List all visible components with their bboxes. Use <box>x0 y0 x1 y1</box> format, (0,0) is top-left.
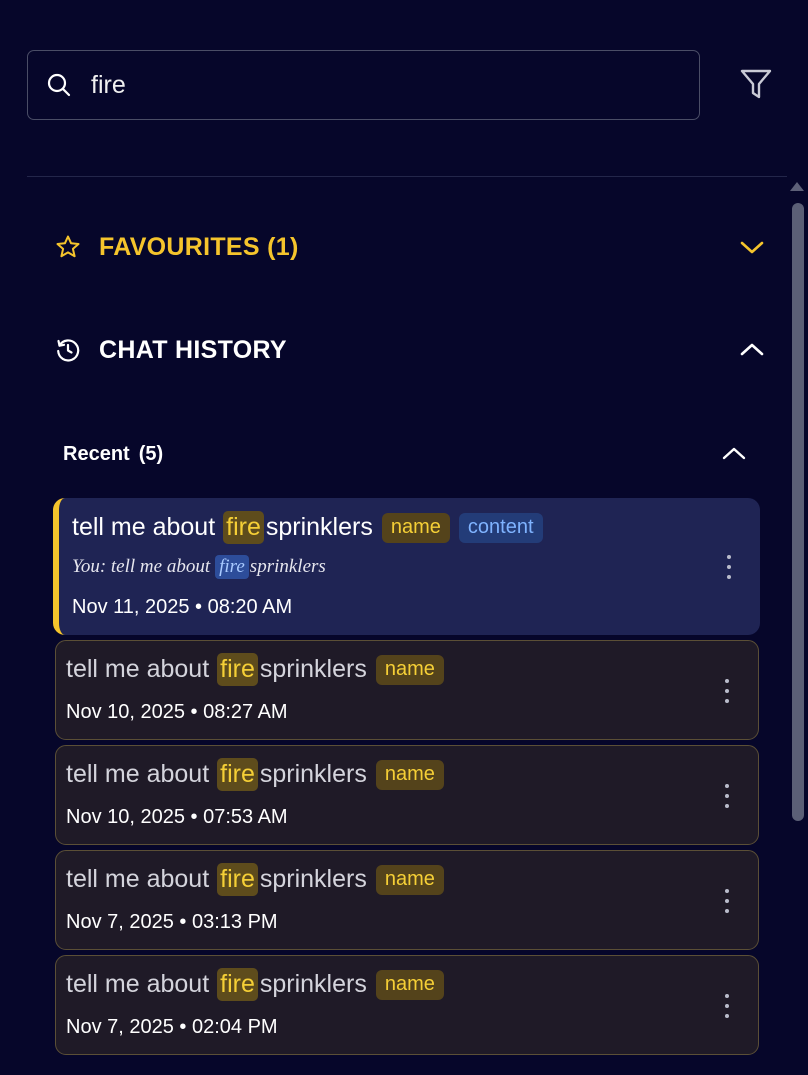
chat-title-text: sprinklers <box>259 865 367 893</box>
chat-item[interactable]: tell me about fire sprinklers name Nov 7… <box>55 850 759 950</box>
chat-title-text: tell me about <box>66 865 210 893</box>
search-highlight: fire <box>217 758 258 791</box>
chat-preview-text: You: tell me about <box>72 556 211 577</box>
recent-group-header[interactable]: Recent (5) <box>63 437 747 471</box>
filter-button[interactable] <box>736 66 776 106</box>
more-options-icon[interactable] <box>722 886 732 916</box>
chat-history-section-header[interactable]: CHAT HISTORY <box>55 330 767 370</box>
chat-title-text: tell me about <box>72 513 216 541</box>
chat-title: tell me about fire sprinklers name <box>66 863 444 896</box>
search-icon <box>45 71 73 99</box>
match-tag-name: name <box>375 759 444 790</box>
filter-icon <box>738 66 774 107</box>
chat-preview: You: tell me about fire sprinklers <box>72 555 326 579</box>
chat-title-text: tell me about <box>66 970 210 998</box>
scrollbar-thumb[interactable] <box>792 203 804 821</box>
search-input[interactable] <box>91 70 651 100</box>
chat-date: Nov 10, 2025 • 08:27 AM <box>66 701 288 723</box>
chat-title-text: sprinklers <box>259 970 367 998</box>
chat-item[interactable]: tell me about fire sprinklers name Nov 7… <box>55 955 759 1055</box>
chat-preview-text: sprinklers <box>249 556 326 577</box>
chat-date: Nov 7, 2025 • 02:04 PM <box>66 1016 278 1038</box>
chevron-down-icon[interactable] <box>739 235 765 259</box>
chat-date: Nov 7, 2025 • 03:13 PM <box>66 911 278 933</box>
match-tag-name: name <box>375 864 444 895</box>
chat-date: Nov 11, 2025 • 08:20 AM <box>72 596 293 618</box>
chat-title: tell me about fire sprinklers name <box>66 758 444 791</box>
scroll-up-arrow[interactable] <box>790 182 804 191</box>
chat-title-text: sprinklers <box>265 513 373 541</box>
recent-label: Recent <box>63 442 130 465</box>
match-tag-name: name <box>375 654 444 685</box>
chat-history-label: CHAT HISTORY <box>99 335 287 364</box>
chat-title-text: tell me about <box>66 760 210 788</box>
more-options-icon[interactable] <box>722 781 732 811</box>
search-highlight: fire <box>217 653 258 686</box>
chevron-up-icon[interactable] <box>721 442 747 466</box>
search-highlight: fire <box>217 968 258 1001</box>
chat-title: tell me about fire sprinklers name <box>66 968 444 1001</box>
recent-count: (5) <box>138 442 164 465</box>
chat-title-text: sprinklers <box>259 655 367 683</box>
match-tag-name: name <box>375 969 444 1000</box>
preview-highlight: fire <box>215 555 249 579</box>
more-options-icon[interactable] <box>724 552 734 582</box>
chat-item-active[interactable]: tell me about fire sprinklers name conte… <box>53 498 760 635</box>
more-options-icon[interactable] <box>722 991 732 1021</box>
star-icon <box>55 234 81 260</box>
chat-title: tell me about fire sprinklers name <box>66 653 444 686</box>
match-tag-name: name <box>381 512 450 543</box>
search-box[interactable] <box>27 50 700 120</box>
more-options-icon[interactable] <box>722 676 732 706</box>
search-highlight: fire <box>223 511 264 544</box>
match-tag-content: content <box>458 512 543 543</box>
search-highlight: fire <box>217 863 258 896</box>
chat-title: tell me about fire sprinklers name conte… <box>72 511 543 544</box>
chevron-up-icon[interactable] <box>739 338 765 362</box>
divider <box>27 176 787 177</box>
favourites-label: FAVOURITES (1) <box>99 232 299 261</box>
chat-title-text: sprinklers <box>259 760 367 788</box>
favourites-section-header[interactable]: FAVOURITES (1) <box>55 227 767 267</box>
chat-date: Nov 10, 2025 • 07:53 AM <box>66 806 288 828</box>
chat-title-text: tell me about <box>66 655 210 683</box>
chat-item[interactable]: tell me about fire sprinklers name Nov 1… <box>55 745 759 845</box>
history-icon <box>55 337 81 363</box>
chat-item[interactable]: tell me about fire sprinklers name Nov 1… <box>55 640 759 740</box>
